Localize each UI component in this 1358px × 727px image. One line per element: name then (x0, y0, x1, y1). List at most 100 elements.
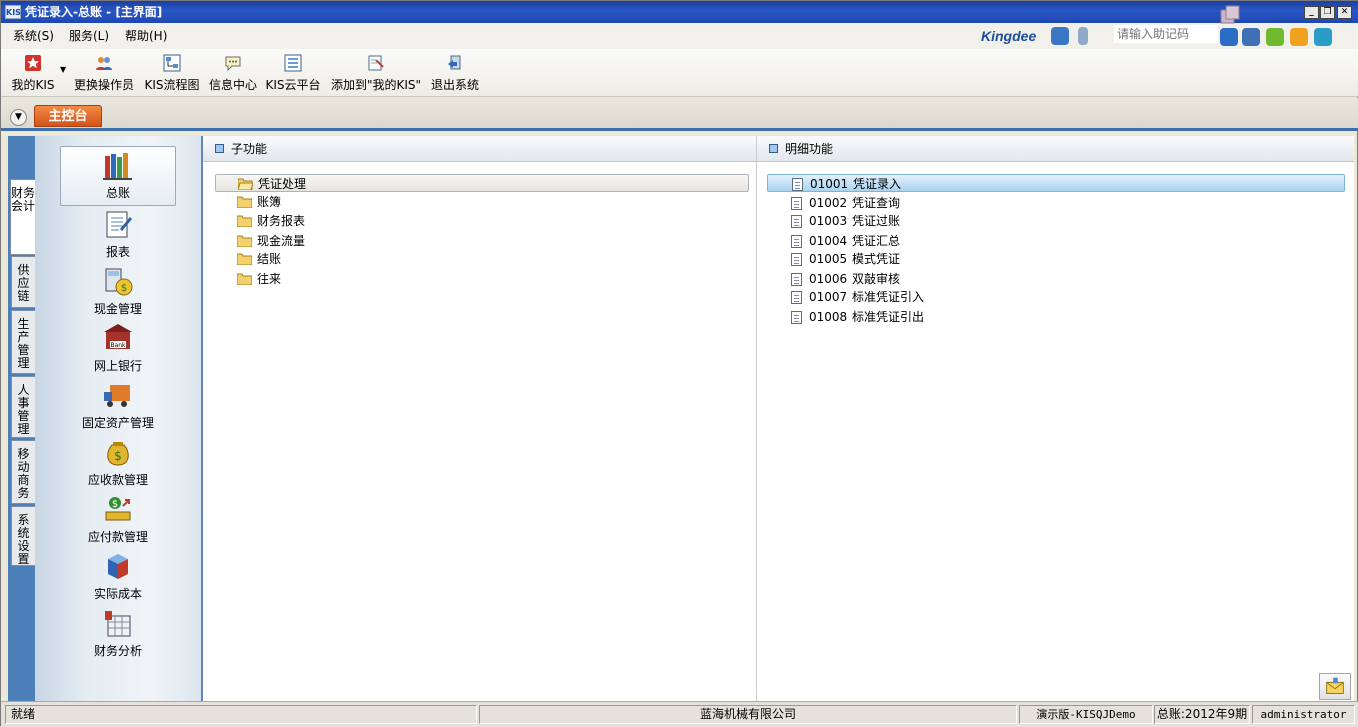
restore-button[interactable]: ❐ (1320, 6, 1335, 19)
chat-bubble-icon (225, 56, 241, 72)
vtab-supply-chain[interactable]: 供应链 (11, 256, 35, 308)
window-ghost-icon (1220, 5, 1240, 24)
module-label: 实际成本 (93, 587, 142, 601)
close-button[interactable]: ✕ (1337, 6, 1352, 19)
detail-item-name: 标准凭证引入 (852, 290, 925, 304)
detail-item[interactable]: 01004 凭证汇总 (767, 232, 1345, 250)
detail-item[interactable]: 01001 凭证录入 (767, 174, 1345, 192)
flowchart-icon (163, 54, 181, 72)
module-label: 网上银行 (93, 359, 142, 373)
document-icon (791, 215, 802, 228)
tree-item-cash-flow[interactable]: 现金流量 (215, 232, 749, 250)
detail-item-code: 01005 (809, 252, 848, 266)
status-state: 就绪 (5, 705, 477, 724)
mail-icon (1326, 677, 1344, 694)
window-title: 凭证录入-总账 - [主界面] (25, 5, 163, 19)
vtab-mobile-commerce[interactable]: 移动商务 (11, 440, 35, 504)
sub-function-header: 子功能 (203, 136, 756, 162)
vtab-hr-label: 人事管理 (17, 383, 30, 436)
exit-system-button[interactable]: 退出系统 (429, 51, 481, 95)
menu-service[interactable]: 服务(L) (69, 27, 109, 44)
module-label: 应收款管理 (87, 473, 148, 487)
info-center-button[interactable]: 信息中心 (207, 51, 259, 95)
detail-item-name: 凭证录入 (853, 177, 902, 191)
section-marker-icon (215, 144, 224, 153)
detail-function-header: 明细功能 (757, 136, 1354, 162)
mobile-icon[interactable] (1078, 27, 1088, 45)
report-icon (106, 211, 132, 238)
detail-item[interactable]: 01006 双敲审核 (767, 270, 1345, 288)
folder-icon (237, 273, 252, 285)
go-arrow-icon[interactable] (1220, 28, 1238, 46)
message-button[interactable] (1319, 673, 1351, 700)
module-cash-management[interactable]: $ 现金管理 (60, 263, 176, 321)
module-receivables[interactable]: $ 应收款管理 (60, 434, 176, 492)
cost-cube-icon (108, 554, 128, 579)
module-online-bank[interactable]: Bank 网上银行 (60, 320, 176, 378)
vtab-production[interactable]: 生产管理 (11, 310, 35, 374)
title-bar: KIS 凭证录入-总账 - [主界面] _ ❐ ✕ (1, 1, 1358, 23)
grid-icon (284, 54, 302, 72)
minimize-button[interactable]: _ (1304, 6, 1319, 19)
detail-item[interactable]: 01007 标准凭证引入 (767, 288, 1345, 306)
detail-item[interactable]: 01005 模式凭证 (767, 250, 1345, 268)
status-user: administrator (1252, 705, 1355, 724)
vtab-finance[interactable]: 财务会计 (10, 179, 35, 255)
document-icon (791, 253, 802, 266)
status-company: 蓝海机械有限公司 (479, 705, 1017, 724)
my-kis-button[interactable]: 我的KIS (9, 51, 57, 95)
detail-item-code: 01008 (809, 310, 848, 324)
cash-calculator-icon: $ (105, 268, 133, 296)
vtab-system-settings[interactable]: 系统设置 (11, 506, 35, 566)
module-financial-analysis[interactable]: 财务分析 (60, 605, 176, 663)
module-panel: 总账 报表 $ 现金管理 Bank 网上银行 固定资产管理 $ 应收款管理 $ … (35, 136, 201, 701)
messages-icon[interactable] (1242, 28, 1260, 46)
refresh-icon[interactable] (1290, 28, 1308, 46)
help-code-input[interactable] (1114, 25, 1218, 43)
speech-icon[interactable] (1266, 28, 1284, 46)
bank-icon: Bank (104, 324, 132, 349)
switch-operator-button[interactable]: 更换操作员 (73, 51, 135, 95)
tab-list-dropdown-icon[interactable]: ▼ (10, 109, 27, 126)
module-general-ledger[interactable]: 总账 (60, 146, 176, 206)
module-fixed-assets[interactable]: 固定资产管理 (60, 377, 176, 435)
tree-item-ledgers[interactable]: 账簿 (215, 193, 749, 211)
detail-item[interactable]: 01008 标准凭证引出 (767, 308, 1345, 326)
tree-item-financial-reports[interactable]: 财务报表 (215, 212, 749, 230)
books-icon (103, 153, 132, 180)
kis-flowchart-button[interactable]: KIS流程图 (143, 51, 201, 95)
detail-item-name: 标准凭证引出 (852, 310, 925, 324)
money-bag-icon: $ (107, 442, 129, 466)
tree-item-closing[interactable]: 结账 (215, 250, 749, 268)
detail-item[interactable]: 01003 凭证过账 (767, 212, 1345, 230)
module-label: 报表 (105, 245, 130, 259)
menu-system[interactable]: 系统(S) (13, 27, 54, 44)
vtab-supply-chain-label: 供应链 (17, 263, 30, 303)
document-icon (791, 291, 802, 304)
module-actual-cost[interactable]: 实际成本 (60, 548, 176, 606)
tree-item-transactions[interactable]: 往来 (215, 270, 749, 288)
vtab-system-settings-label: 系统设置 (17, 513, 30, 566)
tab-main-console[interactable]: 主控台 (34, 105, 102, 127)
svg-text:$: $ (114, 449, 122, 463)
status-period: 总账:2012年9期 (1154, 705, 1250, 724)
vtab-hr[interactable]: 人事管理 (11, 376, 35, 438)
my-kis-dropdown-icon[interactable]: ▼ (60, 65, 66, 74)
detail-item-code: 01003 (809, 214, 848, 228)
module-payables[interactable]: $ 应付款管理 (60, 491, 176, 549)
detail-item-name: 模式凭证 (852, 252, 901, 266)
tab-strip: ▼ 主控台 (1, 98, 1358, 131)
section-marker-icon (769, 144, 778, 153)
chat-icon[interactable] (1051, 27, 1069, 45)
module-reports[interactable]: 报表 (60, 206, 176, 264)
vtab-mobile-commerce-label: 移动商务 (17, 447, 30, 500)
document-icon (791, 235, 802, 248)
globe-icon[interactable] (1314, 28, 1332, 46)
tree-item-voucher-processing[interactable]: 凭证处理 (215, 174, 749, 192)
exit-icon (448, 55, 461, 70)
menu-help[interactable]: 帮助(H) (125, 27, 167, 44)
kis-cloud-button[interactable]: KIS云平台 (265, 51, 321, 95)
detail-item[interactable]: 01002 凭证查询 (767, 194, 1345, 212)
document-icon (792, 178, 803, 191)
add-to-my-kis-button[interactable]: 添加到"我的KIS" (329, 51, 423, 95)
